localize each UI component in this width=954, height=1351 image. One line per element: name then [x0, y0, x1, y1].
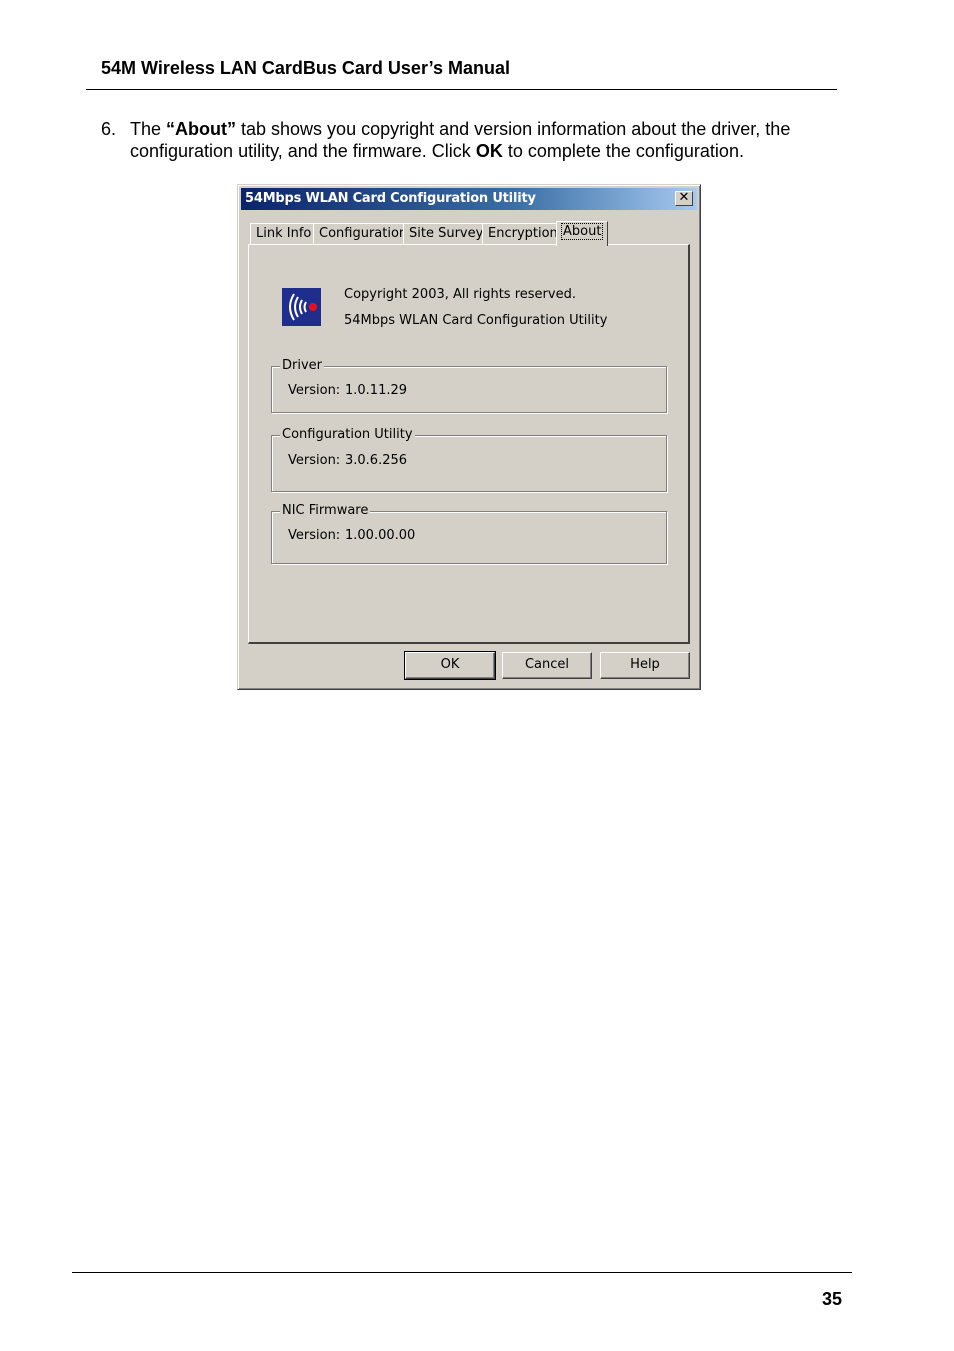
page-header: 54M Wireless LAN CardBus Card User’s Man…	[101, 58, 510, 78]
driver-version-label: Version:	[288, 383, 341, 398]
driver-group-label: Driver	[280, 358, 325, 373]
config-utility-version-value: 3.0.6.256	[345, 453, 408, 468]
config-utility-group: Configuration Utility Version: 3.0.6.256	[271, 427, 667, 492]
config-utility-group-label: Configuration Utility	[280, 427, 415, 442]
product-name: 54Mbps WLAN Card Configuration Utility	[344, 313, 608, 328]
nic-firmware-group: NIC Firmware Version: 1.00.00.00	[271, 503, 667, 564]
header-rule	[86, 89, 837, 90]
help-button[interactable]: Help	[600, 652, 690, 679]
tab-site-survey[interactable]: Site Survey	[403, 223, 490, 244]
ok-emphasis: OK	[475, 141, 503, 161]
step-number: 6.	[101, 119, 117, 139]
cancel-button[interactable]: Cancel	[502, 652, 592, 679]
copyright-text: Copyright 2003, All rights reserved.	[344, 287, 576, 302]
ok-button[interactable]: OK	[404, 651, 496, 680]
footer-rule	[72, 1272, 852, 1273]
tab-link-info[interactable]: Link Info	[250, 223, 318, 244]
step-text: The “About” tab shows you copyright and …	[130, 119, 791, 161]
page-number: 35	[822, 1289, 843, 1309]
nic-firmware-version-value: 1.00.00.00	[345, 528, 416, 543]
wireless-signal-icon	[282, 288, 321, 326]
driver-version-value: 1.0.11.29	[345, 383, 408, 398]
tab-encryption[interactable]: Encryption	[482, 223, 564, 244]
about-panel: Copyright 2003, All rights reserved. 54M…	[248, 244, 690, 644]
driver-group: Driver Version: 1.0.11.29	[271, 358, 667, 413]
close-button[interactable]: ✕	[675, 191, 693, 206]
nic-firmware-version-label: Version:	[288, 528, 341, 543]
config-utility-dialog: 54Mbps WLAN Card Configuration Utility ✕…	[237, 184, 701, 690]
nic-firmware-group-label: NIC Firmware	[280, 503, 371, 518]
config-utility-version-label: Version:	[288, 453, 341, 468]
about-emphasis: “About”	[166, 119, 237, 139]
tab-configuration[interactable]: Configuration	[313, 223, 414, 244]
tab-about[interactable]: About	[556, 221, 609, 246]
dialog-title: 54Mbps WLAN Card Configuration Utility	[245, 191, 536, 206]
title-bar[interactable]: 54Mbps WLAN Card Configuration Utility ✕	[241, 188, 697, 210]
close-icon: ✕	[678, 190, 690, 205]
